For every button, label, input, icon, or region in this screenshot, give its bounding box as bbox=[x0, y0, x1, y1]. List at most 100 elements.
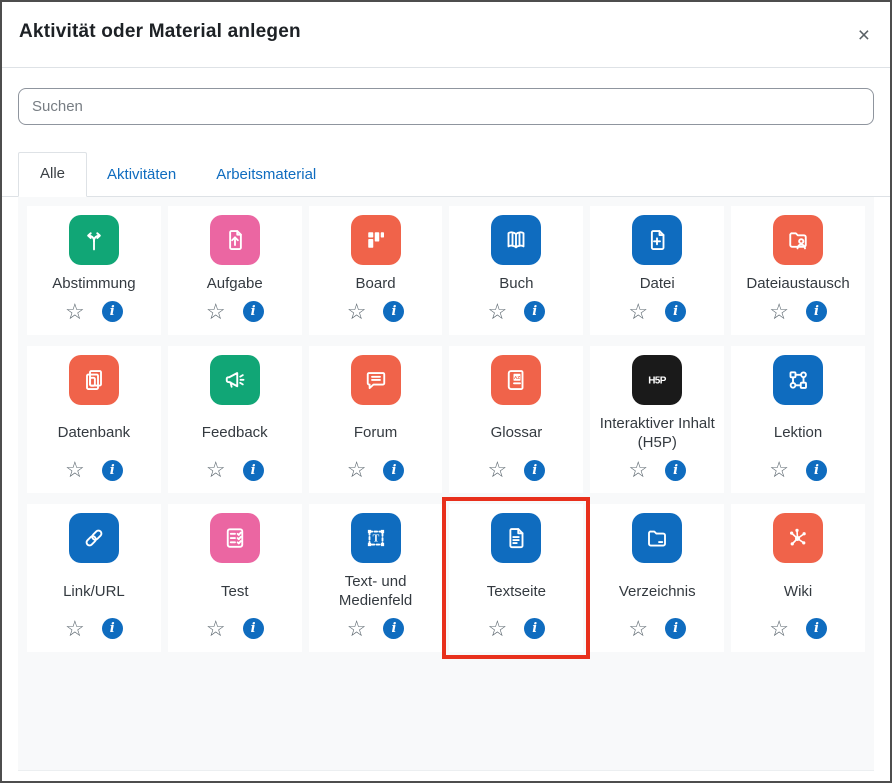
stacked-files-icon bbox=[69, 355, 119, 405]
tile-label: Datei bbox=[638, 275, 677, 294]
info-icon[interactable]: i bbox=[524, 618, 545, 639]
tile-footer: ☆ i bbox=[65, 618, 123, 640]
info-icon[interactable]: i bbox=[383, 618, 404, 639]
fork-arrows-icon bbox=[69, 215, 119, 265]
tile-label: Wiki bbox=[782, 573, 814, 611]
tile-footer: ☆ i bbox=[488, 618, 546, 640]
tile-lektion[interactable]: Lektion ☆ i bbox=[731, 346, 865, 494]
star-icon[interactable]: ☆ bbox=[769, 618, 789, 640]
tile-footer: ☆ i bbox=[206, 459, 264, 481]
tile-board[interactable]: Board ☆ i bbox=[309, 206, 443, 335]
star-icon[interactable]: ☆ bbox=[206, 459, 226, 481]
tile-footer: ☆ i bbox=[347, 618, 405, 640]
info-icon[interactable]: i bbox=[383, 460, 404, 481]
tile-footer: ☆ i bbox=[628, 459, 686, 481]
tab-aktivitaeten[interactable]: Aktivitäten bbox=[87, 153, 196, 196]
info-icon[interactable]: i bbox=[383, 301, 404, 322]
info-icon[interactable]: i bbox=[806, 618, 827, 639]
tile-footer: ☆ i bbox=[628, 301, 686, 323]
tile-test[interactable]: Test ☆ i bbox=[168, 504, 302, 652]
tile-footer: ☆ i bbox=[206, 618, 264, 640]
tile-footer: ☆ i bbox=[347, 301, 405, 323]
tile-label: Buch bbox=[497, 275, 535, 294]
info-icon[interactable]: i bbox=[665, 460, 686, 481]
chat-bubble-icon bbox=[351, 355, 401, 405]
star-icon[interactable]: ☆ bbox=[347, 301, 367, 323]
folder-icon bbox=[632, 513, 682, 563]
tile-textseite[interactable]: Textseite ☆ i bbox=[449, 504, 583, 652]
star-icon[interactable]: ☆ bbox=[628, 301, 648, 323]
tile-verzeichnis[interactable]: Verzeichnis ☆ i bbox=[590, 504, 724, 652]
star-icon[interactable]: ☆ bbox=[65, 301, 85, 323]
info-icon[interactable]: i bbox=[806, 460, 827, 481]
tile-wiki[interactable]: Wiki ☆ i bbox=[731, 504, 865, 652]
tile-aufgabe[interactable]: Aufgabe ☆ i bbox=[168, 206, 302, 335]
tab-arbeitsmaterial[interactable]: Arbeitsmaterial bbox=[196, 153, 336, 196]
tile-datenbank[interactable]: Datenbank ☆ i bbox=[27, 346, 161, 494]
tile-label: Verzeichnis bbox=[617, 573, 698, 611]
star-icon[interactable]: ☆ bbox=[628, 618, 648, 640]
modal-title: Aktivität oder Material anlegen bbox=[19, 21, 301, 43]
tile-forum[interactable]: Forum ☆ i bbox=[309, 346, 443, 494]
info-icon[interactable]: i bbox=[102, 460, 123, 481]
star-icon[interactable]: ☆ bbox=[488, 618, 508, 640]
star-icon[interactable]: ☆ bbox=[65, 618, 85, 640]
tile-label: Aufgabe bbox=[205, 275, 265, 294]
star-icon[interactable]: ☆ bbox=[488, 459, 508, 481]
tile-footer: ☆ i bbox=[628, 618, 686, 640]
modal-header: Aktivität oder Material anlegen × bbox=[2, 2, 890, 68]
tile-footer: ☆ i bbox=[488, 301, 546, 323]
info-icon[interactable]: i bbox=[102, 618, 123, 639]
tile-footer: ☆ i bbox=[347, 459, 405, 481]
tile-feedback[interactable]: Feedback ☆ i bbox=[168, 346, 302, 494]
tile-link-url[interactable]: Link/URL ☆ i bbox=[27, 504, 161, 652]
tile-footer: ☆ i bbox=[65, 301, 123, 323]
info-icon[interactable]: i bbox=[665, 618, 686, 639]
tile-footer: ☆ i bbox=[488, 459, 546, 481]
tile-buch[interactable]: Buch ☆ i bbox=[449, 206, 583, 335]
star-icon[interactable]: ☆ bbox=[488, 301, 508, 323]
info-icon[interactable]: i bbox=[243, 460, 264, 481]
star-icon[interactable]: ☆ bbox=[769, 459, 789, 481]
tile-footer: ☆ i bbox=[65, 459, 123, 481]
tile-datei[interactable]: Datei ☆ i bbox=[590, 206, 724, 335]
tile-abstimmung[interactable]: Abstimmung ☆ i bbox=[27, 206, 161, 335]
tile-footer: ☆ i bbox=[769, 618, 827, 640]
tile-dateiaustausch[interactable]: Dateiaustausch ☆ i bbox=[731, 206, 865, 335]
tile-label: Link/URL bbox=[61, 573, 127, 611]
star-icon[interactable]: ☆ bbox=[65, 459, 85, 481]
tile-glossar[interactable]: AZ Glossar ☆ i bbox=[449, 346, 583, 494]
tab-alle[interactable]: Alle bbox=[18, 152, 87, 197]
search-input[interactable] bbox=[18, 88, 874, 125]
search-bar bbox=[18, 88, 874, 125]
tile-interaktiver-inhalt-h5p[interactable]: H5P Interaktiver Inhalt (H5P) ☆ i bbox=[590, 346, 724, 494]
star-icon[interactable]: ☆ bbox=[206, 301, 226, 323]
az-book-icon: AZ bbox=[491, 355, 541, 405]
activity-chooser-modal: Aktivität oder Material anlegen × Alle A… bbox=[0, 0, 892, 783]
star-icon[interactable]: ☆ bbox=[347, 618, 367, 640]
info-icon[interactable]: i bbox=[243, 301, 264, 322]
info-icon[interactable]: i bbox=[102, 301, 123, 322]
chain-link-icon bbox=[69, 513, 119, 563]
tile-label: Text- und Medienfeld bbox=[314, 573, 438, 611]
text-frame-icon: T bbox=[351, 513, 401, 563]
star-icon[interactable]: ☆ bbox=[206, 618, 226, 640]
info-icon[interactable]: i bbox=[665, 301, 686, 322]
close-icon[interactable]: × bbox=[858, 21, 872, 46]
kanban-icon bbox=[351, 215, 401, 265]
star-icon[interactable]: ☆ bbox=[628, 459, 648, 481]
chooser-panel: Abstimmung ☆ i Aufgabe ☆ i Board ☆ i Buc… bbox=[18, 197, 874, 771]
svg-text:H5P: H5P bbox=[648, 375, 667, 386]
star-icon[interactable]: ☆ bbox=[347, 459, 367, 481]
info-icon[interactable]: i bbox=[806, 301, 827, 322]
h5p-logo-icon: H5P bbox=[632, 355, 682, 405]
star-icon[interactable]: ☆ bbox=[769, 301, 789, 323]
tile-label: Lektion bbox=[772, 415, 824, 453]
info-icon[interactable]: i bbox=[524, 460, 545, 481]
svg-text:AZ: AZ bbox=[514, 375, 520, 381]
tile-footer: ☆ i bbox=[769, 459, 827, 481]
info-icon[interactable]: i bbox=[524, 301, 545, 322]
activity-grid: Abstimmung ☆ i Aufgabe ☆ i Board ☆ i Buc… bbox=[18, 197, 874, 661]
tile-text-und-medienfeld[interactable]: T Text- und Medienfeld ☆ i bbox=[309, 504, 443, 652]
info-icon[interactable]: i bbox=[243, 618, 264, 639]
